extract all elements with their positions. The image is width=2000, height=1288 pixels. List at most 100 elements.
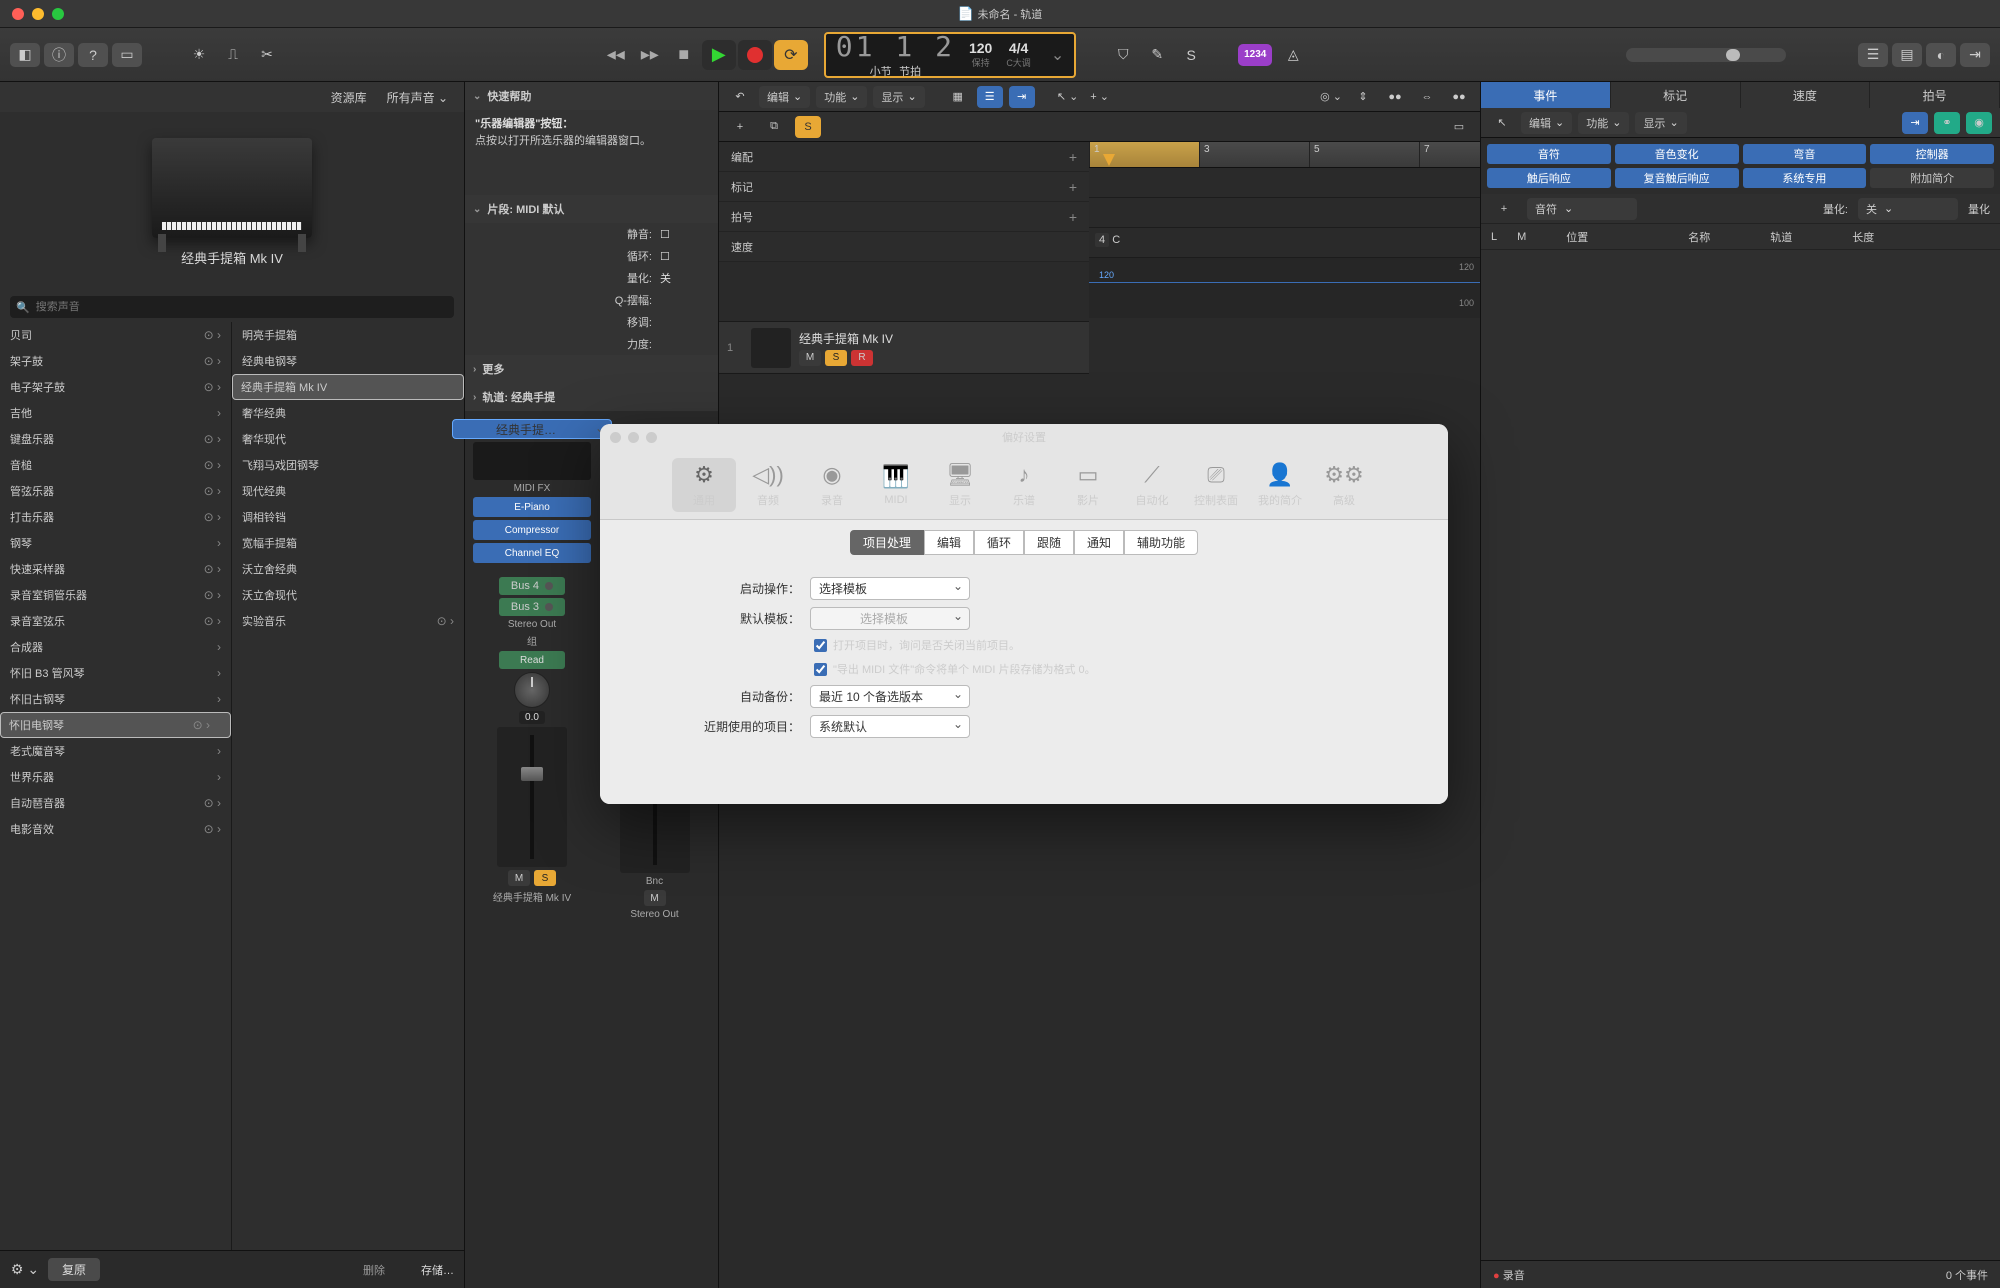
preset-item[interactable]: 经典手提箱 Mk IV (232, 374, 464, 400)
mute-button[interactable]: M (508, 870, 530, 886)
prefs-tab-5[interactable]: ♪乐谱 (992, 458, 1056, 512)
ev-edit-menu[interactable]: 编辑 ⌄ (1521, 112, 1572, 134)
quickhelp-toggle[interactable]: ? (78, 43, 108, 67)
category-item[interactable]: 合成器 › (0, 634, 231, 660)
output-label[interactable]: Stereo Out (508, 619, 556, 630)
category-item[interactable]: 钢琴 › (0, 530, 231, 556)
category-item[interactable]: 打击乐器⊙ › (0, 504, 231, 530)
prefs-subtab-4[interactable]: 通知 (1074, 530, 1124, 555)
ev-functions-menu[interactable]: 功能 ⌄ (1578, 112, 1629, 134)
send-2[interactable]: Bus 3 (499, 598, 565, 616)
replace-icon[interactable]: ⛉ (1108, 43, 1138, 67)
close-icon[interactable] (12, 8, 24, 20)
fx-slot-2[interactable]: Channel EQ (473, 543, 591, 563)
category-item[interactable]: 键盘乐器⊙ › (0, 426, 231, 452)
library-tab-resources[interactable]: 资源库 (331, 89, 367, 106)
record-button[interactable] (738, 40, 772, 70)
save-button[interactable]: 存储… (421, 1262, 454, 1278)
tempo-track[interactable]: 速度 (719, 232, 1089, 262)
prefs-tab-3[interactable]: 🎹MIDI (864, 458, 928, 512)
export-midi-checkbox[interactable]: "导出 MIDI 文件"命令将单个 MIDI 片段存储为格式 0。 (814, 657, 1408, 681)
prefs-subtab-5[interactable]: 辅助功能 (1124, 530, 1198, 555)
hierarchy-up-icon[interactable]: ↖ (1489, 112, 1515, 134)
category-item[interactable]: 电影音效⊙ › (0, 816, 231, 842)
filter-chip[interactable]: 附加简介 (1870, 168, 1994, 188)
prefs-zoom-icon[interactable] (646, 432, 657, 443)
functions-menu[interactable]: 功能 ⌄ (816, 86, 867, 108)
library-search[interactable]: 🔍 (10, 296, 454, 318)
hzoom-icon[interactable]: ⇔ (1414, 86, 1440, 108)
toolbar-toggle[interactable]: ▭ (112, 43, 142, 67)
ruler[interactable]: 1 3 5 7 (1089, 142, 1480, 168)
filter-chip[interactable]: 复音触后响应 (1615, 168, 1739, 188)
track-icon[interactable] (751, 328, 791, 368)
track-solo[interactable]: S (825, 350, 847, 366)
ev-catch-icon[interactable]: ⇥ (1902, 112, 1928, 134)
ev-link-icon[interactable]: ⚭ (1934, 112, 1960, 134)
pan-value[interactable]: 0.0 (519, 711, 545, 724)
count-in-badge[interactable]: 1234 (1238, 44, 1272, 66)
prefs-tab-4[interactable]: 🖥显示 (928, 458, 992, 512)
list-view-icon[interactable]: ☰ (977, 86, 1003, 108)
ask-close-checkbox[interactable]: 打开项目时，询问是否关闭当前项目。 (814, 633, 1408, 657)
filter-chip[interactable]: 弯音 (1743, 144, 1867, 164)
prefs-subtab-1[interactable]: 编辑 (924, 530, 974, 555)
mixer-icon[interactable]: ⎍ (218, 43, 248, 67)
global-tracks-button[interactable]: ▭ (1446, 116, 1472, 138)
category-item[interactable]: 吉他 › (0, 400, 231, 426)
prefs-tab-7[interactable]: ⟋自动化 (1120, 458, 1184, 512)
prefs-tab-9[interactable]: 👤我的简介 (1248, 458, 1312, 512)
preset-item[interactable]: 调相铃铛 (232, 504, 464, 530)
category-item[interactable]: 电子架子鼓⊙ › (0, 374, 231, 400)
prefs-subtab-3[interactable]: 跟随 (1024, 530, 1074, 555)
back-icon[interactable]: ↶ (727, 86, 753, 108)
preset-item[interactable]: 沃立舍现代 (232, 582, 464, 608)
filter-chip[interactable]: 音色变化 (1615, 144, 1739, 164)
master-volume-slider[interactable] (1626, 48, 1786, 62)
category-item[interactable]: 世界乐器 › (0, 764, 231, 790)
settings-icon[interactable]: ⚙ ⌄ (10, 1258, 40, 1282)
lcd-display[interactable]: 01 1 2小节 节拍 120保持 4/4C大调 ⌄ (824, 32, 1076, 78)
zoom-icon[interactable] (52, 8, 64, 20)
pointer-tool-icon[interactable]: ↖ ⌄ (1055, 86, 1081, 108)
prefs-close-icon[interactable] (610, 432, 621, 443)
rewind-button[interactable]: ◂◂ (600, 41, 632, 69)
prefs-subtab-2[interactable]: 循环 (974, 530, 1024, 555)
notepad-toggle[interactable]: ▤ (1892, 43, 1922, 67)
category-item[interactable]: 自动琶音器⊙ › (0, 790, 231, 816)
volume-fader[interactable] (497, 727, 567, 867)
mute-button-out[interactable]: M (644, 890, 666, 906)
ev-midi-out-icon[interactable]: ◉ (1966, 112, 1992, 134)
tempo-lane[interactable]: 120 100 120 (1089, 258, 1480, 318)
track-header[interactable]: ›轨道: 经典手提 (465, 383, 718, 411)
startup-action-select[interactable]: 选择模板 (810, 577, 970, 600)
waveform-zoom[interactable]: ●● (1382, 86, 1408, 108)
category-item[interactable]: 怀旧电钢琴⊙ › (0, 712, 231, 738)
search-input[interactable] (36, 301, 448, 313)
quantize-button[interactable]: 量化 (1968, 201, 1990, 217)
category-item[interactable]: 怀旧 B3 管风琴 › (0, 660, 231, 686)
category-item[interactable]: 快速采样器⊙ › (0, 556, 231, 582)
quickhelp-header[interactable]: ⌄快速帮助 (465, 82, 718, 110)
auto-backup-select[interactable]: 最近 10 个备选版本 (810, 685, 970, 708)
send-1[interactable]: Bus 4 (499, 577, 565, 595)
library-toggle[interactable]: ◧ (10, 43, 40, 67)
instrument-slot[interactable]: E-Piano (473, 497, 591, 517)
setting-slot[interactable]: 经典手提… (452, 419, 612, 439)
event-type-select[interactable]: 音符 ⌄ (1527, 198, 1637, 220)
delete-button[interactable]: 删除 (363, 1262, 385, 1278)
category-item[interactable]: 录音室铜管乐器⊙ › (0, 582, 231, 608)
category-item[interactable]: 老式魔音琴 › (0, 738, 231, 764)
add-track-button[interactable]: + (727, 116, 753, 138)
quantize-value[interactable]: 关 ⌄ (1858, 198, 1958, 220)
category-item[interactable]: 录音室弦乐⊙ › (0, 608, 231, 634)
loops-toggle[interactable]: ◐ (1926, 43, 1956, 67)
tab-signature[interactable]: 拍号 (1870, 82, 2000, 108)
category-item[interactable]: 怀旧古钢琴 › (0, 686, 231, 712)
preset-item[interactable]: 奢华经典 (232, 400, 464, 426)
signature-track[interactable]: 拍号+ (719, 202, 1089, 232)
solo-button[interactable]: S (534, 870, 556, 886)
category-item[interactable]: 架子鼓⊙ › (0, 348, 231, 374)
sig-label[interactable]: 4 (1095, 233, 1109, 247)
editor-icon[interactable]: ✂ (252, 43, 282, 67)
